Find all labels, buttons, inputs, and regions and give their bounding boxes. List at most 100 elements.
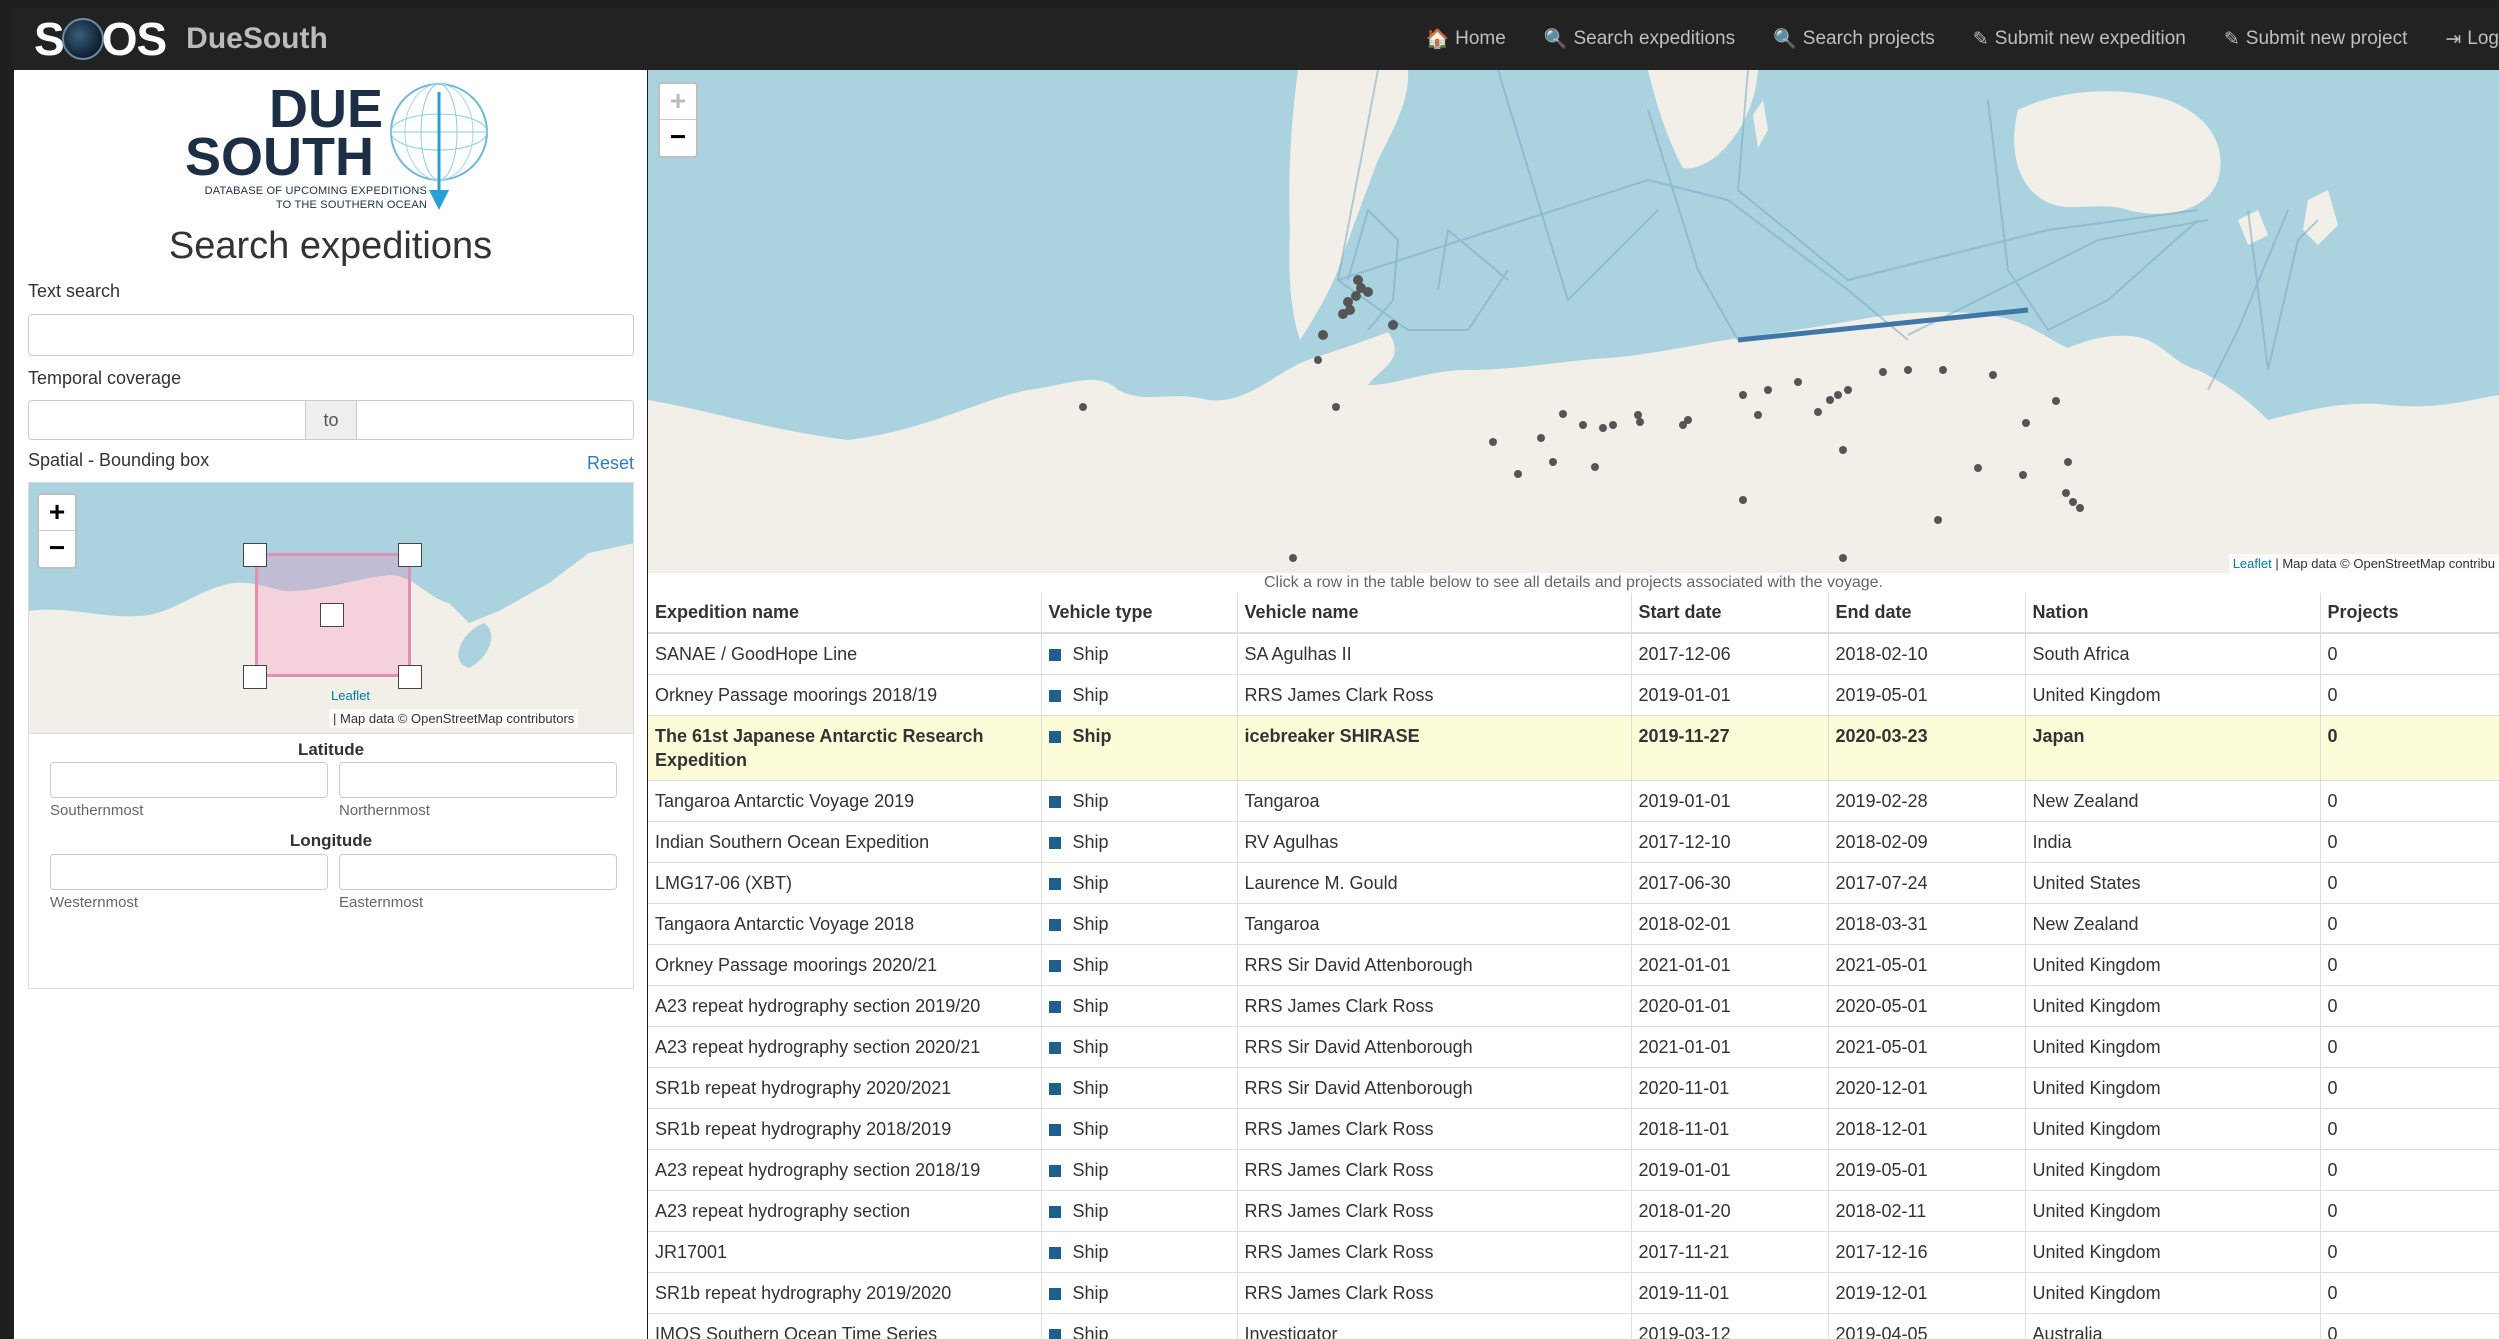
table-row[interactable]: Tangaora Antarctic Voyage 2018 Ship Tangar… xyxy=(648,903,2499,945)
table-cell: The 61st Japanese Antarctic Research Exp… xyxy=(648,715,1042,781)
nav-link-search-expeditions[interactable]: 🔍 Search expeditions xyxy=(1544,27,1735,51)
minimap-leaflet-link[interactable]: Leaflet xyxy=(327,686,374,705)
end-date-input[interactable] xyxy=(356,400,634,440)
brand-name: DueSouth xyxy=(186,22,328,55)
duesouth-logo: DUE SOUTH DATABASE OF UPCOMING EXPEDITIO… xyxy=(169,82,489,212)
bbox-handle-se[interactable] xyxy=(398,665,422,689)
table-row[interactable]: Orkney Passage moorings 2020/21 Ship RRS S… xyxy=(648,944,2499,986)
table-cell: icebreaker SHIRASE xyxy=(1237,715,1632,781)
table-cell: 0 xyxy=(2320,985,2499,1027)
text-search-input[interactable] xyxy=(28,314,634,356)
nav-link-home[interactable]: 🏠 Home xyxy=(1425,27,1505,51)
column-header[interactable]: Nation xyxy=(2025,593,2321,634)
leaflet-link[interactable]: Leaflet xyxy=(2233,556,2272,571)
tasmania-nz-land xyxy=(2238,210,2268,245)
table-cell: IMOS Southern Ocean Time Series xyxy=(648,1313,1042,1339)
table-cell: 2020-05-01 xyxy=(1828,985,2026,1027)
table-cell: United Kingdom xyxy=(2025,674,2321,716)
table-cell: 2018-11-01 xyxy=(1631,1108,1829,1150)
column-header[interactable]: Vehicle type xyxy=(1041,593,1238,634)
table-cell: Ship xyxy=(1041,1067,1238,1109)
table-cell: 0 xyxy=(2320,780,2499,822)
table-cell: Ship xyxy=(1041,1149,1238,1191)
ship-square-icon xyxy=(1048,1165,1061,1177)
easternmost-input[interactable] xyxy=(339,854,617,890)
table-row[interactable]: IMOS Southern Ocean Time Series Ship Inves… xyxy=(648,1313,2499,1339)
search-icon: 🔍 xyxy=(1773,29,1797,50)
nav-link-search-projects[interactable]: 🔍 Search projects xyxy=(1773,27,1935,51)
column-header[interactable]: Expedition name xyxy=(648,593,1042,634)
bbox-handle-ne[interactable] xyxy=(398,543,422,567)
table-cell: SR1b repeat hydrography 2018/2019 xyxy=(648,1108,1042,1150)
table-row[interactable]: A23 repeat hydrography section Ship RRS Ja… xyxy=(648,1190,2499,1232)
table-cell: 0 xyxy=(2320,1231,2499,1273)
navbar: S OS DueSouth 🏠 Home 🔍 Search expeditions 🔍 Se… xyxy=(14,8,2499,70)
column-header[interactable]: Start date xyxy=(1631,593,1829,634)
table-cell: 2019-01-01 xyxy=(1631,1149,1829,1191)
table-cell: 2019-05-01 xyxy=(1828,674,2026,716)
table-cell: 2019-01-01 xyxy=(1631,674,1829,716)
table-cell: Tangaroa xyxy=(1237,780,1632,822)
table-cell: SANAE / GoodHope Line xyxy=(648,632,1042,675)
table-cell: 0 xyxy=(2320,821,2499,863)
reset-link[interactable]: Reset xyxy=(587,453,634,474)
map-zoom-out-button[interactable]: − xyxy=(660,120,696,156)
southernmost-label: Southernmost xyxy=(50,802,144,819)
latitude-label: Latitude xyxy=(297,740,365,759)
column-header[interactable]: End date xyxy=(1828,593,2026,634)
table-cell: 0 xyxy=(2320,715,2499,781)
bbox-handle-move[interactable] xyxy=(320,603,344,627)
table-cell: 2019-11-01 xyxy=(1631,1272,1829,1314)
table-cell: New Zealand xyxy=(2025,780,2321,822)
ship-square-icon xyxy=(1048,1001,1061,1013)
table-row[interactable]: A23 repeat hydrography section 2019/20 Sh… xyxy=(648,985,2499,1027)
table-row[interactable]: The 61st Japanese Antarctic Research Exp… xyxy=(648,715,2499,781)
table-row[interactable]: Indian Southern Ocean Expedition Ship RV A… xyxy=(648,821,2499,863)
table-cell: RRS James Clark Ross xyxy=(1237,1149,1632,1191)
nav-link-log[interactable]: ⇥ Log xyxy=(2445,28,2499,51)
table-row[interactable]: Tangaroa Antarctic Voyage 2019 Ship Tangar… xyxy=(648,780,2499,822)
temporal-coverage-label: Temporal coverage xyxy=(28,368,182,388)
nav-link-submit-new-expedition[interactable]: ✎ Submit new expedition xyxy=(1973,28,2186,51)
table-cell: 0 xyxy=(2320,1108,2499,1150)
table-cell: 2021-01-01 xyxy=(1631,1026,1829,1068)
table-row[interactable]: SR1b repeat hydrography 2020/2021 Ship RRS… xyxy=(648,1067,2499,1109)
column-header[interactable]: Projects xyxy=(2320,593,2499,634)
table-row[interactable]: A23 repeat hydrography section 2020/21 Sh… xyxy=(648,1026,2499,1068)
edit-icon: ✎ xyxy=(2223,28,2240,50)
bbox-handle-nw[interactable] xyxy=(243,543,267,567)
bounding-box-map[interactable]: + − Leaflet | Map data © OpenStreetMap c… xyxy=(28,482,634,734)
start-date-input[interactable] xyxy=(28,400,306,440)
minimap-zoom-out-button[interactable]: − xyxy=(39,531,75,567)
table-cell: Japan xyxy=(2025,715,2321,781)
table-cell: 2018-03-31 xyxy=(1828,903,2026,945)
minimap-zoom-in-button[interactable]: + xyxy=(39,495,75,531)
table-row[interactable]: A23 repeat hydrography section 2018/19 Sh… xyxy=(648,1149,2499,1191)
table-cell: Ship xyxy=(1041,1231,1238,1273)
table-row[interactable]: SR1b repeat hydrography 2019/2020 Ship RRS… xyxy=(648,1272,2499,1314)
expeditions-map[interactable]: + − Leaflet | Map data © OpenStreetMap c… xyxy=(648,70,2499,573)
login-icon: ⇥ xyxy=(2445,28,2462,50)
table-row[interactable]: SANAE / GoodHope Line Ship SA Agulhas II 20… xyxy=(648,632,2499,675)
table-row[interactable]: LMG17-06 (XBT) Ship Laurence M. Gould 2017-… xyxy=(648,862,2499,904)
table-row[interactable]: JR17001 Ship RRS James Clark Ross 2017-11-2… xyxy=(648,1231,2499,1273)
column-header[interactable]: Vehicle name xyxy=(1237,593,1632,634)
table-cell: United Kingdom xyxy=(2025,1190,2321,1232)
westernmost-input[interactable] xyxy=(50,854,328,890)
bbox-handle-sw[interactable] xyxy=(243,665,267,689)
map-zoom-in-button[interactable]: + xyxy=(660,84,696,120)
table-cell: Investigator xyxy=(1237,1313,1632,1339)
table-cell: 2019-04-05 xyxy=(1828,1313,2026,1339)
ship-square-icon xyxy=(1048,690,1061,702)
globe-logo-icon xyxy=(390,83,488,210)
table-cell: 0 xyxy=(2320,862,2499,904)
northernmost-input[interactable] xyxy=(339,762,617,798)
table-row[interactable]: SR1b repeat hydrography 2018/2019 Ship RRS… xyxy=(648,1108,2499,1150)
table-cell: 0 xyxy=(2320,903,2499,945)
nav-link-submit-new-project[interactable]: ✎ Submit new project xyxy=(2224,28,2408,51)
table-cell: Ship xyxy=(1041,1190,1238,1232)
southernmost-input[interactable] xyxy=(50,762,328,798)
brand[interactable]: S OS DueSouth xyxy=(34,13,328,65)
table-row[interactable]: Orkney Passage moorings 2018/19 Ship RRS J… xyxy=(648,674,2499,716)
table-cell: Ship xyxy=(1041,674,1238,716)
